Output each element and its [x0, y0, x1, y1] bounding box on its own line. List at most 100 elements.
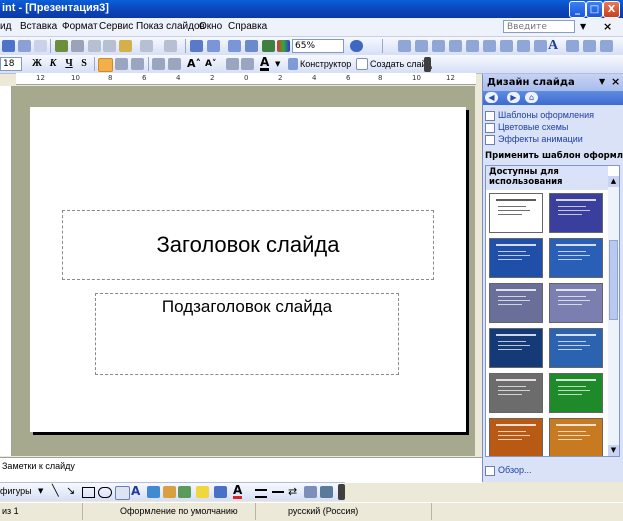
increase-font-icon[interactable]: A˄	[187, 57, 201, 70]
maximize-button[interactable]: □	[586, 1, 603, 18]
help-icon[interactable]	[350, 40, 363, 52]
3d-style-icon[interactable]	[320, 486, 333, 498]
table-icon[interactable]	[207, 40, 220, 52]
browse-link[interactable]: Обзор...	[485, 465, 532, 476]
grid-icon[interactable]	[262, 40, 275, 52]
wordart-draw-icon[interactable]: A	[131, 484, 140, 498]
email-icon[interactable]	[18, 40, 31, 52]
subtitle-placeholder[interactable]: Подзаголовок слайда	[95, 293, 399, 375]
slide-button-4-icon[interactable]	[449, 40, 462, 52]
menu-view[interactable]: ид	[0, 21, 11, 32]
align-right-icon[interactable]	[131, 58, 144, 70]
slide-button-5-icon[interactable]	[466, 40, 479, 52]
bold-button[interactable]: Ж	[30, 57, 44, 71]
gallery-scrollbar[interactable]: ▲ ▼	[608, 176, 619, 456]
slide-button-9-icon[interactable]	[534, 40, 547, 52]
font-color-icon[interactable]: A	[260, 56, 270, 71]
undo-icon[interactable]	[140, 40, 153, 52]
template-thumbnail[interactable]	[489, 238, 543, 278]
template-thumbnail[interactable]	[549, 373, 603, 413]
toolbar-options-icon[interactable]	[424, 57, 431, 72]
close-button[interactable]: X	[603, 1, 620, 18]
template-thumbnail[interactable]	[549, 328, 603, 368]
zoom-combo[interactable]: 65%	[292, 39, 344, 53]
redo-icon[interactable]	[164, 40, 177, 52]
template-thumbnail[interactable]	[489, 193, 543, 233]
drawing-toolbar-options-icon[interactable]	[338, 484, 345, 500]
help-dropdown-icon[interactable]: ▼	[580, 22, 586, 31]
menu-slideshow[interactable]: Показ слайдов	[136, 21, 205, 32]
font-color-dropdown-icon[interactable]: ▼	[275, 60, 280, 68]
template-thumbnail[interactable]	[549, 418, 603, 456]
font-size-combo[interactable]: 18	[0, 57, 22, 71]
scroll-up-icon[interactable]: ▲	[608, 176, 619, 187]
autoshapes-button[interactable]: фигуры	[0, 486, 32, 496]
slide-button-10-icon[interactable]	[566, 40, 579, 52]
template-thumbnail[interactable]	[549, 193, 603, 233]
design-templates-link[interactable]: Шаблоны оформления	[485, 110, 594, 121]
slide-button-12-icon[interactable]	[600, 40, 613, 52]
slide-button-1-icon[interactable]	[398, 40, 411, 52]
help-search-input[interactable]: Введите вопрос	[503, 20, 575, 45]
picture-icon[interactable]	[178, 486, 191, 498]
template-thumbnail[interactable]	[489, 418, 543, 456]
dash-style-icon[interactable]	[272, 491, 284, 493]
task-pane-close-icon[interactable]: ×	[611, 75, 620, 88]
minimize-button[interactable]: _	[569, 1, 586, 18]
save-icon[interactable]	[2, 40, 15, 52]
title-placeholder[interactable]: Заголовок слайда	[62, 210, 434, 280]
rectangle-icon[interactable]	[82, 487, 95, 498]
chart-icon[interactable]	[190, 40, 203, 52]
slide-button-11-icon[interactable]	[583, 40, 596, 52]
scroll-thumb[interactable]	[609, 240, 618, 320]
slide-button-3-icon[interactable]	[432, 40, 445, 52]
slide-button-7-icon[interactable]	[500, 40, 513, 52]
menu-help[interactable]: Справка	[228, 21, 267, 32]
back-icon[interactable]: ◀	[485, 92, 498, 103]
home-icon[interactable]: ⌂	[525, 92, 538, 103]
slide-button-8-icon[interactable]	[517, 40, 530, 52]
underline-button[interactable]: Ч	[62, 57, 76, 71]
paste-icon[interactable]	[119, 40, 132, 52]
oval-icon[interactable]	[98, 487, 112, 498]
decrease-indent-icon[interactable]	[226, 58, 239, 70]
color-schemes-link[interactable]: Цветовые схемы	[485, 122, 568, 133]
forward-icon[interactable]: ▶	[507, 92, 520, 103]
menu-tools[interactable]: Сервис	[99, 21, 133, 32]
line-color-icon[interactable]	[214, 486, 227, 498]
template-thumbnail[interactable]	[549, 238, 603, 278]
color-grayscale-icon[interactable]	[277, 40, 290, 52]
insert-table-icon[interactable]	[245, 40, 258, 52]
slide-button-2-icon[interactable]	[415, 40, 428, 52]
arrow-icon[interactable]: ↘	[66, 484, 75, 497]
shadow-style-icon[interactable]	[304, 486, 317, 498]
cut-icon[interactable]	[88, 40, 101, 52]
new-slide-button[interactable]: Создать слайд	[370, 59, 432, 69]
template-thumbnail[interactable]	[489, 328, 543, 368]
shadow-button[interactable]: S	[77, 57, 91, 71]
tables-borders-icon[interactable]	[228, 40, 241, 52]
template-thumbnail[interactable]	[489, 373, 543, 413]
arrow-style-icon[interactable]: ⇄	[288, 485, 297, 498]
diagram-icon[interactable]	[147, 486, 160, 498]
align-center-icon[interactable]	[115, 58, 128, 70]
bullets-icon[interactable]	[168, 58, 181, 70]
print-icon[interactable]	[34, 40, 47, 52]
doc-close-icon[interactable]: ×	[603, 20, 612, 33]
template-thumbnail[interactable]	[489, 283, 543, 323]
textbox-icon[interactable]	[115, 486, 130, 500]
increase-indent-icon[interactable]	[241, 58, 254, 70]
menu-window[interactable]: Окно	[199, 21, 222, 32]
wordart-icon[interactable]: A	[548, 38, 558, 54]
spelling-icon[interactable]	[55, 40, 68, 52]
numbering-icon[interactable]	[152, 58, 165, 70]
research-icon[interactable]	[71, 40, 84, 52]
align-left-icon[interactable]	[98, 58, 113, 72]
scroll-down-icon[interactable]: ▼	[608, 445, 619, 456]
clipart-icon[interactable]	[163, 486, 176, 498]
copy-icon[interactable]	[103, 40, 116, 52]
autoshapes-dropdown-icon[interactable]: ▼	[38, 487, 43, 495]
draw-font-color-icon[interactable]: A	[233, 484, 243, 499]
designer-button[interactable]: Конструктор	[300, 59, 351, 69]
slide-canvas[interactable]: Заголовок слайда Подзаголовок слайда	[30, 107, 466, 432]
